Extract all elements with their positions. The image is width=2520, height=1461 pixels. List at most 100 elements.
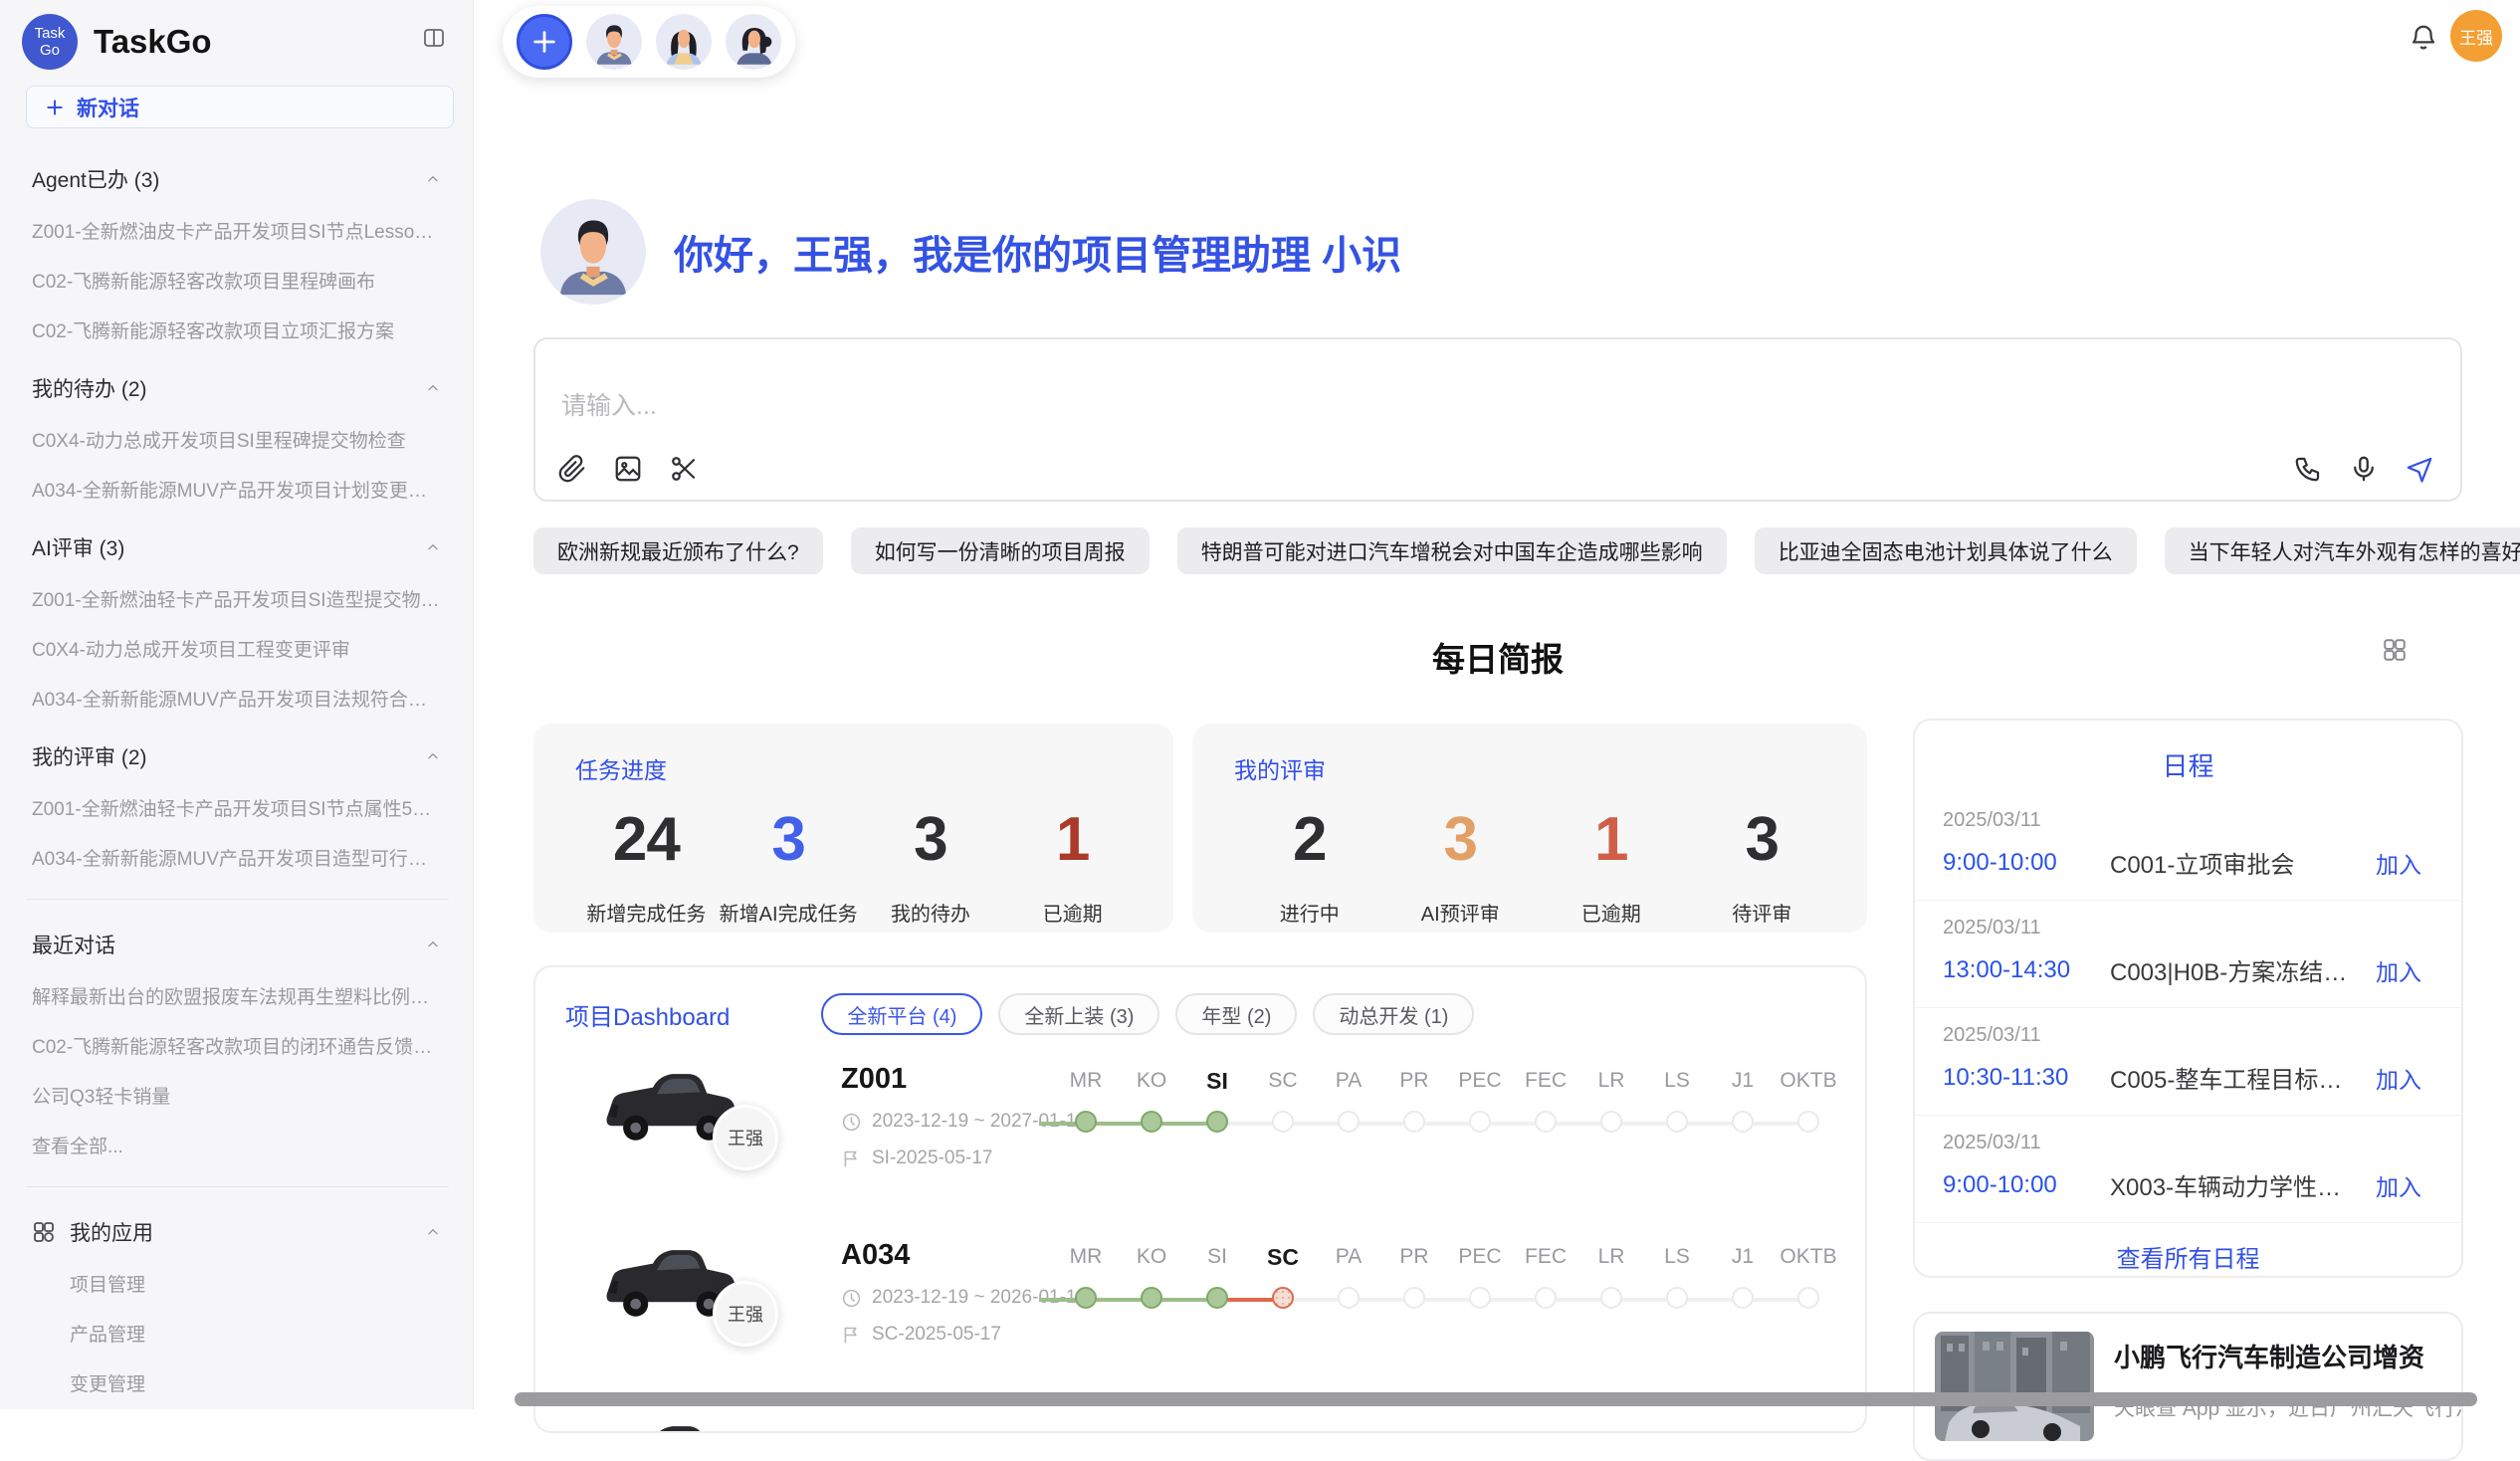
new-chat-button[interactable]: 新对话 xyxy=(26,86,454,128)
chevron-up-icon[interactable] xyxy=(423,540,443,554)
avatar-woman2-icon xyxy=(726,14,781,70)
add-agent-button[interactable] xyxy=(517,14,572,70)
stat-value: 1 xyxy=(1001,807,1144,872)
project-row[interactable]: 王强 Z001 2023-12-19 ~ 2027-01-19 SI-2025-… xyxy=(535,1057,1865,1211)
milestone-label: LS xyxy=(1644,1067,1710,1095)
milestone-label: PEC xyxy=(1447,1067,1513,1095)
recent-conversation-item[interactable]: 公司Q3轻卡销量 xyxy=(32,1082,443,1109)
app-item[interactable]: 变更管理 xyxy=(70,1369,443,1396)
project-code: A034 xyxy=(841,1239,1087,1272)
chevron-up-icon[interactable] xyxy=(423,381,443,395)
stat-value: 3 xyxy=(860,807,1002,872)
stat-item: 3 新增AI完成任务 xyxy=(718,807,860,927)
apps-grid-icon xyxy=(32,1220,56,1244)
stat-label: 已逾期 xyxy=(1536,898,1687,927)
voice-call-button[interactable] xyxy=(2293,454,2323,484)
milestone-track: MR KO SI SC xyxy=(1053,1243,1841,1339)
milestone-dot xyxy=(1141,1111,1162,1133)
milestone-label: LR xyxy=(1578,1243,1644,1271)
notifications-button[interactable] xyxy=(2407,22,2440,56)
sidebar-group-header[interactable]: 我的评审 (2) xyxy=(32,741,443,771)
sidebar-item[interactable]: C0X4-动力总成开发项目SI里程碑提交物检查 xyxy=(32,426,443,453)
milestone-dot xyxy=(1797,1111,1819,1133)
join-meeting-link[interactable]: 加入 xyxy=(2376,1061,2421,1095)
milestone-node: J1 xyxy=(1710,1067,1776,1162)
milestone-node: MR xyxy=(1053,1067,1119,1162)
suggestion-chip[interactable]: 当下年轻人对汽车外观有怎样的喜好趋势 xyxy=(2165,527,2520,574)
sidebar-group-header[interactable]: AI评审 (3) xyxy=(32,532,443,562)
sidebar-item[interactable]: C02-飞腾新能源轻客改款项目里程碑画布 xyxy=(32,267,443,294)
logo-text-bottom: Go xyxy=(40,42,60,59)
news-card[interactable]: 小鹏飞行汽车制造公司增资 天眼查 App 显示，近日广州汇天飞行汽... xyxy=(1913,1312,2463,1461)
sidebar-group-title: Agent已办 (3) xyxy=(32,164,159,194)
app-item[interactable]: 项目管理 xyxy=(70,1270,443,1297)
app-item[interactable]: 产品管理 xyxy=(70,1320,443,1347)
milestone-label: OKTB xyxy=(1776,1067,1841,1095)
dashboard-tab[interactable]: 全新平台 (4) xyxy=(821,993,982,1035)
agent-avatar[interactable] xyxy=(586,14,642,70)
daily-briefing-title: 每日简报 xyxy=(1432,641,1564,678)
message-input[interactable] xyxy=(559,391,1754,422)
dashboard-tab[interactable]: 全新上装 (3) xyxy=(998,993,1159,1035)
horizontal-scrollbar[interactable] xyxy=(515,1392,2477,1406)
suggestion-chip[interactable]: 比亚迪全固态电池计划具体说了什么 xyxy=(1755,527,2137,574)
milestone-dot xyxy=(1469,1111,1491,1133)
sidebar-collapse-button[interactable] xyxy=(417,24,451,54)
recent-conversation-item[interactable]: 解释最新出台的欧盟报废车法规再生塑料比例被调至15%... xyxy=(32,982,443,1009)
agent-avatar[interactable] xyxy=(726,14,781,70)
suggestion-chip[interactable]: 如何写一份清晰的项目周报 xyxy=(851,527,1150,574)
sidebar-item[interactable]: A034-全新新能源MUV产品开发项目造型可行性评审 xyxy=(32,844,443,871)
milestone-node: FEC xyxy=(1513,1067,1578,1162)
milestone-dot xyxy=(1403,1111,1425,1133)
layout-settings-button[interactable] xyxy=(2381,637,2409,665)
chevron-up-icon[interactable] xyxy=(423,938,443,951)
chevron-up-icon[interactable] xyxy=(423,172,443,186)
message-composer xyxy=(533,337,2462,502)
greeting-block: 你好，王强，我是你的项目管理助理 小识 xyxy=(540,199,1401,305)
microphone-button[interactable] xyxy=(2349,454,2379,484)
app-logo: Task Go xyxy=(22,14,78,70)
milestone-node: SC xyxy=(1250,1243,1316,1339)
insert-image-button[interactable] xyxy=(613,454,643,484)
chevron-up-icon[interactable] xyxy=(423,1225,443,1239)
recent-group-header[interactable]: 最近对话 xyxy=(32,930,443,959)
image-icon xyxy=(613,454,643,484)
view-all-schedule-link[interactable]: 查看所有日程 xyxy=(1915,1239,2461,1274)
sidebar-item[interactable]: C0X4-动力总成开发项目工程变更评审 xyxy=(32,635,443,662)
sidebar-item[interactable]: Z001-全新燃油轻卡产品开发项目SI节点属性5D文件评审 xyxy=(32,794,443,821)
recent-conversation-item[interactable]: C02-飞腾新能源轻客改款项目的闭环通告反馈情况 xyxy=(32,1032,443,1059)
recent-view-all-link[interactable]: 查看全部... xyxy=(32,1132,443,1158)
sidebar-apps-group: 我的应用 项目管理 产品管理 变更管理 查看全部... xyxy=(32,1217,443,1409)
schedule-entry: 2025/03/11 9:00-10:00 C001-立项审批会 加入 xyxy=(1915,793,2461,901)
send-button[interactable] xyxy=(2405,454,2434,484)
schedule-date: 2025/03/11 xyxy=(1943,917,2421,939)
dashboard-tab[interactable]: 年型 (2) xyxy=(1175,993,1297,1035)
sidebar-group-header[interactable]: 我的待办 (2) xyxy=(32,373,443,403)
chevron-up-icon[interactable] xyxy=(423,749,443,763)
suggestion-chip[interactable]: 欧洲新规最近颁布了什么? xyxy=(533,527,823,574)
join-meeting-link[interactable]: 加入 xyxy=(2376,1168,2421,1202)
project-row[interactable]: 王强 A034 2023-12-19 ~ 2026-01-19 SC-2025-… xyxy=(535,1233,1865,1387)
milestone-node: LR xyxy=(1578,1243,1644,1339)
sidebar-group-header[interactable]: Agent已办 (3) xyxy=(32,164,443,194)
dashboard-tab[interactable]: 动总开发 (1) xyxy=(1313,993,1474,1035)
milestone-dot xyxy=(1338,1287,1360,1309)
agent-avatar[interactable] xyxy=(656,14,712,70)
join-meeting-link[interactable]: 加入 xyxy=(2376,953,2421,987)
milestone-node: SC xyxy=(1250,1067,1316,1162)
sidebar-item[interactable]: Z001-全新燃油皮卡产品开发项目SI节点Lesson Learn报告 xyxy=(32,217,443,244)
snippet-button[interactable] xyxy=(669,454,699,484)
milestone-label: PR xyxy=(1381,1243,1447,1271)
sidebar-item[interactable]: A034-全新新能源MUV产品开发项目计划变更表编写 xyxy=(32,476,443,503)
attach-file-button[interactable] xyxy=(557,454,587,484)
sidebar-item[interactable]: Z001-全新燃油轻卡产品开发项目SI造型提交物评审 xyxy=(32,585,443,612)
sidebar-item[interactable]: C02-飞腾新能源轻客改款项目立项汇报方案 xyxy=(32,316,443,343)
milestone-node: PEC xyxy=(1447,1243,1513,1339)
apps-group-header[interactable]: 我的应用 xyxy=(32,1217,443,1247)
milestone-label: FEC xyxy=(1513,1243,1578,1271)
sidebar-item[interactable]: A034-全新新能源MUV产品开发项目法规符合性评审 xyxy=(32,685,443,712)
suggestion-chip[interactable]: 特朗普可能对进口汽车增税会对中国车企造成哪些影响 xyxy=(1177,527,1727,574)
user-avatar[interactable]: 王强 xyxy=(2450,10,2502,62)
join-meeting-link[interactable]: 加入 xyxy=(2376,846,2421,880)
stat-value: 3 xyxy=(1385,807,1537,872)
